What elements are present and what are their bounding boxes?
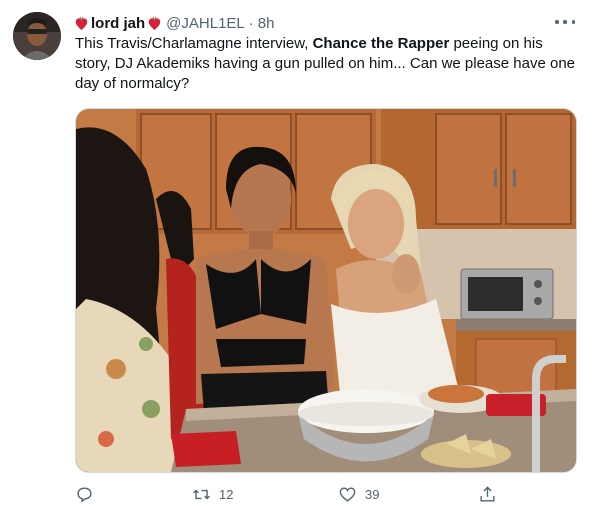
separator-dot: ·	[248, 14, 254, 32]
author-handle[interactable]: @JAHL1EL	[166, 15, 245, 32]
like-button[interactable]: 39	[338, 482, 379, 506]
share-icon	[480, 485, 495, 502]
author-name-block[interactable]: lord jah	[75, 15, 161, 32]
tweet-header: lord jah @JAHL1EL · 8h	[75, 13, 575, 33]
heart-emoji-icon	[75, 16, 88, 30]
author-name[interactable]: lord jah	[91, 15, 145, 32]
tweet-media-image[interactable]	[75, 108, 577, 473]
tweet-timestamp[interactable]: 8h	[258, 15, 275, 32]
kitchen-scene-image	[76, 109, 576, 472]
heart-emoji-icon	[148, 16, 161, 30]
reply-icon	[77, 486, 92, 503]
retweet-icon	[193, 489, 210, 499]
retweet-button[interactable]: 12	[192, 482, 233, 506]
tweet-text: This Travis/Charlamagne interview, Chanc…	[75, 34, 580, 94]
retweet-count: 12	[219, 486, 234, 502]
tweet-text-bold: Chance the Rapper	[312, 35, 450, 52]
tweet-action-bar: 12 39	[75, 482, 505, 506]
like-count: 39	[365, 486, 380, 502]
like-icon	[339, 486, 356, 502]
more-dots-icon[interactable]	[555, 14, 575, 30]
share-button[interactable]	[478, 482, 497, 506]
avatar[interactable]	[13, 12, 61, 60]
tweet-text-part: This Travis/Charlamagne interview,	[75, 35, 313, 52]
reply-button[interactable]	[75, 482, 102, 506]
tweet-card: lord jah @JAHL1EL · 8h This Travis/Charl…	[0, 0, 595, 520]
